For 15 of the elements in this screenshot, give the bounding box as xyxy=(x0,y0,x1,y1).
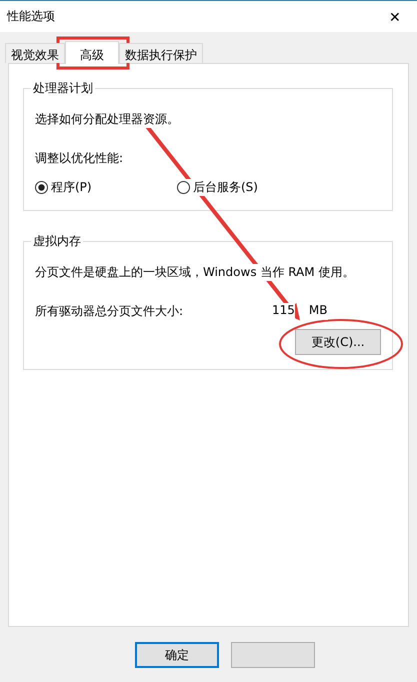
size-label: 所有驱动器总分页文件大小: xyxy=(35,303,184,320)
radio-selected-icon[interactable] xyxy=(35,181,48,194)
prompt-text: 调整以优化性能: xyxy=(35,150,124,167)
tab[interactable]: 视觉效果 xyxy=(5,43,65,63)
size-unit: MB xyxy=(308,303,328,320)
tab[interactable]: 高级 xyxy=(65,41,119,64)
change-button[interactable]: 更改(C)... xyxy=(295,329,381,355)
group-title: 处理器计划 xyxy=(32,80,94,97)
window-title: 性能选项 xyxy=(7,8,55,25)
close-button[interactable]: ✕ xyxy=(383,8,407,24)
ok-button[interactable]: 确定 xyxy=(135,642,219,668)
group-title: 虚拟内存 xyxy=(32,233,82,250)
tab[interactable]: 数据执行保护 xyxy=(119,43,203,63)
radio-icon[interactable] xyxy=(177,181,190,194)
size-value: 115 xyxy=(272,303,295,320)
